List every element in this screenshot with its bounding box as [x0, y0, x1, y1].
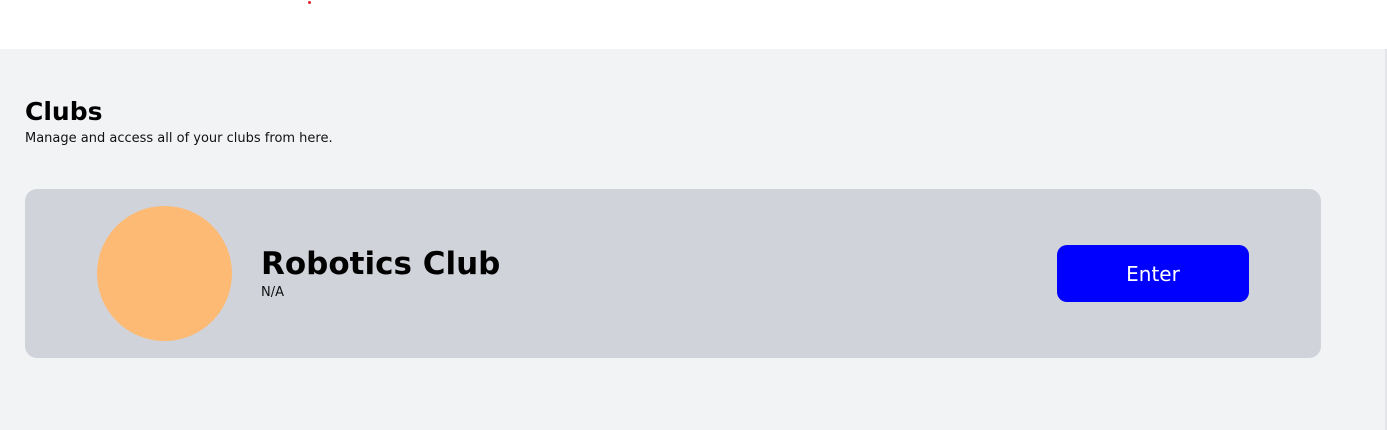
club-avatar [97, 206, 232, 341]
club-card: Robotics Club N/A Enter [25, 189, 1321, 358]
club-name: Robotics Club [261, 246, 501, 282]
club-description: N/A [261, 285, 284, 300]
top-bar [0, 0, 1387, 49]
page-subtitle: Manage and access all of your clubs from… [25, 131, 333, 146]
page-title: Clubs [25, 97, 103, 126]
notification-dot [308, 1, 311, 4]
enter-button[interactable]: Enter [1057, 245, 1249, 302]
